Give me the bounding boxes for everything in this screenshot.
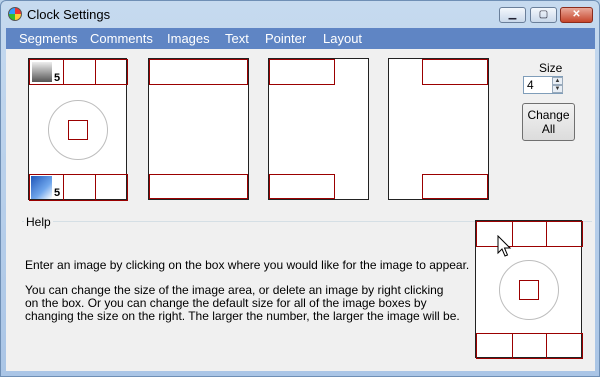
person-photo-icon [32, 62, 52, 82]
layout-left-panel[interactable] [268, 58, 369, 200]
change-all-button[interactable]: Change All [522, 103, 575, 141]
menu-bar: Segments Comments Images Text Pointer La… [6, 28, 595, 49]
help-text-line: changing the size on the right. The larg… [25, 309, 460, 323]
image-box-top-wide[interactable] [149, 59, 248, 85]
preview-box-top-right[interactable] [546, 221, 583, 247]
help-text-line: You can change the size of the image are… [25, 283, 444, 297]
image-box-top-left-wide[interactable] [269, 59, 335, 85]
menu-layout[interactable]: Layout [323, 31, 362, 46]
size-label: Size [539, 61, 563, 75]
layout-preview-panel[interactable] [475, 220, 583, 359]
title-bar[interactable]: Clock Settings ▁ ▢ ✕ [1, 1, 599, 27]
clock-center-box[interactable] [68, 120, 88, 140]
image-box-bottom-middle[interactable] [63, 174, 96, 201]
minimize-button[interactable]: ▁ [499, 7, 526, 23]
change-all-label-line2: All [541, 122, 556, 136]
help-text-line: Enter an image by clicking on the box wh… [25, 258, 470, 272]
preview-center-box[interactable] [519, 280, 539, 300]
image-box-bottom-left-wide[interactable] [269, 174, 335, 199]
image-box-top-right[interactable] [95, 59, 128, 85]
spin-up-icon[interactable]: ▲ [552, 77, 563, 85]
image-size-badge: 5 [52, 187, 62, 199]
image-box-bottom-wide[interactable] [149, 174, 248, 199]
image-box-top-middle[interactable] [63, 59, 96, 85]
change-all-label-line1: Change [527, 108, 570, 122]
maximize-button[interactable]: ▢ [530, 7, 557, 23]
menu-comments[interactable]: Comments [90, 31, 153, 46]
preview-box-top-middle[interactable] [512, 221, 547, 247]
menu-text[interactable]: Text [225, 31, 249, 46]
close-button[interactable]: ✕ [560, 7, 593, 23]
layout-right-panel[interactable] [388, 58, 489, 200]
image-box-bottom-left[interactable]: 5 [29, 174, 64, 201]
image-box-top-right-wide[interactable] [422, 59, 488, 85]
window-title: Clock Settings [27, 7, 111, 22]
spin-down-icon[interactable]: ▼ [552, 85, 563, 93]
color-wheel-icon [8, 7, 22, 21]
menu-images[interactable]: Images [167, 31, 210, 46]
preview-box-bottom-middle[interactable] [512, 333, 547, 359]
layout-top-bottom-panel[interactable] [148, 58, 249, 200]
mouse-pointer-icon [497, 235, 512, 257]
clock-settings-window: Clock Settings ▁ ▢ ✕ Segments Comments I… [0, 0, 600, 377]
image-box-bottom-right-wide[interactable] [422, 174, 488, 199]
image-size-badge: 5 [52, 72, 62, 84]
menu-pointer[interactable]: Pointer [265, 31, 306, 46]
layout-full-panel[interactable]: 5 5 [28, 58, 128, 201]
sky-photo-icon [31, 176, 52, 199]
preview-box-bottom-left[interactable] [476, 333, 513, 359]
preview-box-bottom-right[interactable] [546, 333, 583, 359]
menu-segments[interactable]: Segments [19, 31, 78, 46]
help-label: Help [24, 215, 53, 229]
image-box-bottom-right[interactable] [95, 174, 128, 201]
image-box-top-left[interactable]: 5 [29, 59, 64, 85]
help-text-line: on the box. Or you can change the defaul… [25, 296, 427, 310]
client-area: 5 5 Size 4 ▲ ▼ Change All Help Enter an … [6, 49, 595, 371]
